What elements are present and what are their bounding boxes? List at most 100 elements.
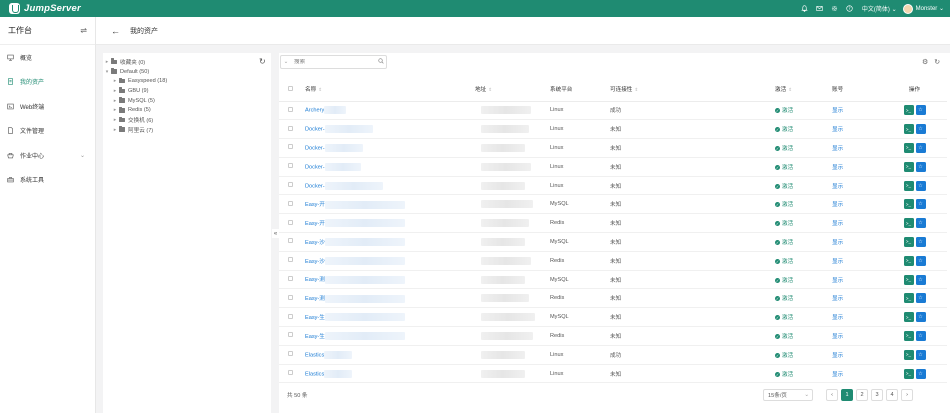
- table-row[interactable]: Elastics Linux 未知 ✓ 激活 显示 >_ ☆: [279, 364, 947, 384]
- caret-right-icon[interactable]: ▸: [111, 127, 119, 133]
- tree-node-favorites[interactable]: ▸ 收藏夹 (0): [103, 57, 271, 67]
- caret-down-icon[interactable]: ▾: [103, 69, 111, 75]
- show-account-link[interactable]: 显示: [832, 353, 843, 359]
- sidebar-item-web-terminal[interactable]: Web终端: [0, 94, 95, 119]
- table-row[interactable]: Elastics Linux 成功 ✓ 激活 显示 >_ ☆: [279, 345, 947, 365]
- column-header-address[interactable]: 地址 ⇕: [475, 78, 550, 102]
- asset-name-link[interactable]: Easy-开: [305, 221, 325, 227]
- show-account-link[interactable]: 显示: [832, 372, 843, 378]
- refresh-tree-icon[interactable]: ↻: [259, 57, 266, 66]
- row-checkbox[interactable]: [288, 313, 293, 319]
- favorite-star-button[interactable]: ☆: [915, 218, 926, 229]
- prev-page-button[interactable]: ‹: [826, 389, 838, 401]
- show-account-link[interactable]: 显示: [832, 296, 843, 302]
- favorite-star-button[interactable]: ☆: [915, 236, 926, 247]
- page-button-3[interactable]: 3: [871, 389, 883, 401]
- row-checkbox[interactable]: [288, 276, 293, 282]
- tree-node-gbu[interactable]: ▸ GBU (9): [103, 86, 271, 96]
- refresh-icon[interactable]: ↻: [934, 58, 940, 66]
- row-checkbox[interactable]: [288, 106, 293, 112]
- table-row[interactable]: Easy-沙 Redis 未知 ✓ 激活 显示 >_ ☆: [279, 251, 947, 271]
- favorite-star-button[interactable]: ☆: [915, 255, 926, 266]
- table-row[interactable]: Easy-开 MySQL 未知 ✓ 激活 显示 >_ ☆: [279, 194, 947, 215]
- back-arrow-icon[interactable]: ←: [111, 26, 120, 36]
- column-header-name[interactable]: 名称 ⇕: [305, 78, 475, 102]
- terminal-connect-button[interactable]: >_: [903, 293, 914, 304]
- favorite-star-button[interactable]: ☆: [915, 124, 926, 135]
- table-row[interactable]: Archery Linux 成功 ✓ 激活 显示 >_ ☆: [279, 101, 947, 121]
- favorite-star-button[interactable]: ☆: [915, 312, 926, 323]
- language-selector[interactable]: 中文(简体) ⌄: [862, 4, 897, 13]
- user-menu[interactable]: Monster ⌄: [916, 5, 944, 12]
- tree-node-redis[interactable]: ▸ Redis (5): [103, 105, 271, 115]
- table-row[interactable]: Easy-测 MySQL 未知 ✓ 激活 显示 >_ ☆: [279, 270, 947, 290]
- page-size-select[interactable]: 15条/页 ⌄: [763, 389, 813, 401]
- terminal-connect-button[interactable]: >_: [903, 330, 914, 341]
- page-button-1[interactable]: 1: [841, 389, 853, 401]
- terminal-connect-button[interactable]: >_: [903, 255, 914, 266]
- show-account-link[interactable]: 显示: [832, 108, 843, 114]
- favorite-star-button[interactable]: ☆: [915, 349, 926, 360]
- asset-name-link[interactable]: Easy-开: [305, 202, 325, 208]
- terminal-connect-button[interactable]: >_: [903, 349, 914, 360]
- caret-right-icon[interactable]: ▸: [103, 59, 111, 65]
- show-account-link[interactable]: 显示: [832, 334, 843, 340]
- sidebar-item-job-center[interactable]: 作业中心 ⌄: [0, 143, 95, 168]
- avatar[interactable]: [902, 3, 913, 14]
- show-account-link[interactable]: 显示: [832, 127, 843, 133]
- show-account-link[interactable]: 显示: [832, 202, 843, 208]
- asset-name-link[interactable]: Easy-测: [305, 296, 325, 302]
- table-row[interactable]: Docker- Linux 未知 ✓ 激活 显示 >_ ☆: [279, 119, 947, 140]
- row-checkbox[interactable]: [288, 351, 293, 357]
- next-page-button[interactable]: ›: [901, 389, 913, 401]
- table-row[interactable]: Easy-开 Redis 未知 ✓ 激活 显示 >_ ☆: [279, 213, 947, 234]
- row-checkbox[interactable]: [288, 200, 293, 206]
- tree-node-easyspeed[interactable]: ▸ Easyspeed (18): [103, 76, 271, 86]
- tree-node-switch[interactable]: ▸ 交换机 (6): [103, 115, 271, 125]
- table-row[interactable]: Easy-生 MySQL 未知 ✓ 激活 显示 >_ ☆: [279, 307, 947, 328]
- sidebar-item-my-assets[interactable]: 我的资产: [0, 70, 95, 95]
- asset-name-link[interactable]: Docker-: [305, 164, 325, 170]
- asset-name-link[interactable]: Easy-沙: [305, 240, 325, 246]
- asset-name-link[interactable]: Easy-生: [305, 334, 325, 340]
- show-account-link[interactable]: 显示: [832, 165, 843, 171]
- settings-icon[interactable]: ⚙: [922, 58, 928, 66]
- terminal-connect-button[interactable]: >_: [903, 142, 914, 153]
- logo[interactable]: JumpServer: [9, 3, 81, 14]
- terminal-connect-button[interactable]: >_: [903, 368, 914, 379]
- asset-name-link[interactable]: Docker-: [305, 127, 325, 133]
- caret-right-icon[interactable]: ▸: [111, 88, 119, 94]
- favorite-star-button[interactable]: ☆: [915, 105, 926, 116]
- table-row[interactable]: Easy-沙 MySQL 未知 ✓ 激活 显示 >_ ☆: [279, 232, 947, 252]
- favorite-star-button[interactable]: ☆: [915, 368, 926, 379]
- terminal-connect-button[interactable]: >_: [903, 236, 914, 247]
- terminal-connect-button[interactable]: >_: [903, 274, 914, 285]
- terminal-connect-button[interactable]: >_: [903, 312, 914, 323]
- tree-node-mysql[interactable]: ▸ MySQL (5): [103, 96, 271, 106]
- table-row[interactable]: Docker- Linux 未知 ✓ 激活 显示 >_ ☆: [279, 157, 947, 177]
- help-icon[interactable]: ?: [845, 5, 853, 13]
- terminal-connect-button[interactable]: >_: [903, 124, 914, 135]
- terminal-connect-button[interactable]: >_: [903, 180, 914, 191]
- gear-icon[interactable]: [830, 5, 838, 13]
- mail-icon[interactable]: [815, 5, 823, 13]
- favorite-star-button[interactable]: ☆: [915, 274, 926, 285]
- favorite-star-button[interactable]: ☆: [915, 199, 926, 210]
- terminal-connect-button[interactable]: >_: [903, 199, 914, 210]
- favorite-star-button[interactable]: ☆: [915, 161, 926, 172]
- show-account-link[interactable]: 显示: [832, 240, 843, 246]
- column-header-connectivity[interactable]: 可连接性 ⇕: [610, 78, 775, 102]
- asset-name-link[interactable]: Easy-测: [305, 277, 325, 283]
- search-icon[interactable]: [376, 58, 386, 66]
- collapse-tree-icon[interactable]: «: [272, 229, 279, 238]
- caret-right-icon[interactable]: ▸: [111, 78, 119, 84]
- row-checkbox[interactable]: [288, 370, 293, 376]
- asset-name-link[interactable]: Elastics: [305, 352, 324, 358]
- table-row[interactable]: Easy-生 Redis 未知 ✓ 激活 显示 >_ ☆: [279, 326, 947, 346]
- show-account-link[interactable]: 显示: [832, 315, 843, 321]
- row-checkbox[interactable]: [288, 125, 293, 131]
- row-checkbox[interactable]: [288, 182, 293, 188]
- page-button-4[interactable]: 4: [886, 389, 898, 401]
- search-input[interactable]: [291, 59, 376, 65]
- terminal-connect-button[interactable]: >_: [903, 218, 914, 229]
